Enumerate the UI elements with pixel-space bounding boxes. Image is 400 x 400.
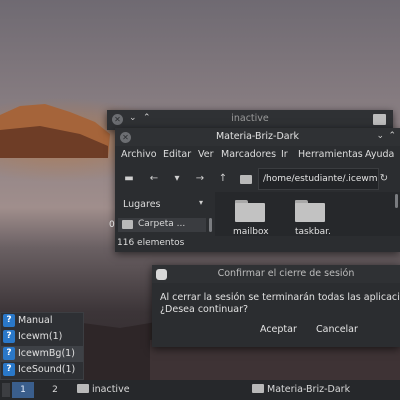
places-header[interactable]: Lugares (123, 199, 161, 210)
menu-ir[interactable]: Ir (281, 149, 288, 160)
left-edge-number: 0 (109, 220, 115, 230)
forward-arrow-icon[interactable]: → (193, 172, 207, 186)
title-bar[interactable]: ✕ Materia-Briz-Dark ⌄ ⌃ (115, 128, 400, 146)
accept-button[interactable]: Aceptar (254, 322, 303, 338)
reload-icon[interactable]: ↻ (377, 172, 391, 186)
wallpaper-cliff (0, 104, 110, 158)
window-title: inactive (231, 113, 269, 124)
folder-icon[interactable] (235, 200, 265, 222)
file-name-taskbar[interactable]: taskbar. (295, 227, 331, 236)
menu-item-label: IcewmBg(1) (18, 348, 75, 359)
folder-icon[interactable] (239, 172, 253, 186)
menu-item-label: Icewm(1) (18, 331, 63, 342)
menu-editar[interactable]: Editar (163, 149, 191, 160)
task-label: Materia-Briz-Dark (267, 384, 351, 395)
inactive-window[interactable]: ✕ ⌄ ⌃ inactive (107, 110, 393, 130)
workspace-2[interactable]: 2 (44, 382, 66, 398)
sidebar-item-carpeta[interactable]: Carpeta ... (118, 218, 206, 232)
folder-icon (122, 220, 133, 229)
content-scrollbar[interactable] (395, 194, 398, 208)
places-dropdown-icon[interactable]: ▾ (199, 198, 203, 207)
status-text: 116 elementos (117, 238, 185, 248)
file-name-mailbox[interactable]: mailbox (233, 227, 269, 236)
up-arrow-icon[interactable]: ↑ (216, 172, 230, 186)
status-bar: 116 elementos (115, 236, 400, 252)
file-view: mailbox taskbar. (215, 192, 400, 236)
task-inactive[interactable]: inactive (77, 382, 130, 398)
cancel-button[interactable]: Cancelar (310, 322, 364, 338)
folder-icon (373, 114, 386, 125)
menu-ver[interactable]: Ver (198, 149, 214, 160)
help-icon: ? (3, 347, 15, 360)
menu-item-icesound[interactable]: ? IceSound(1) (1, 362, 83, 378)
title-bar[interactable]: Confirmar el cierre de sesión (152, 265, 400, 283)
help-icon: ? (3, 363, 15, 376)
history-dropdown-icon[interactable]: ▾ (170, 172, 184, 186)
dialog-title: Confirmar el cierre de sesión (217, 268, 355, 279)
menu-item-label: IceSound(1) (18, 364, 76, 375)
start-button[interactable] (2, 383, 10, 397)
menu-marcadores[interactable]: Marcadores (221, 149, 276, 160)
task-label: inactive (92, 384, 130, 395)
menu-herramientas[interactable]: Herramientas (298, 149, 363, 160)
minimize-icon[interactable]: ⌄ (376, 131, 384, 141)
places-sidebar: Lugares ▾ Carpeta ... (115, 192, 215, 236)
window-title: Materia-Briz-Dark (215, 131, 300, 142)
folder-icon (252, 384, 264, 393)
menu-bar: Archivo Editar Ver Marcadores Ir Herrami… (115, 146, 400, 164)
sidebar-item-label: Carpeta ... (138, 219, 186, 229)
folder-icon[interactable] (295, 200, 325, 222)
dialog-message: Al cerrar la sesión se terminarán todas … (160, 292, 400, 303)
menu-ayuda[interactable]: Ayuda (365, 149, 394, 160)
menu-item-manual[interactable]: ? Manual (1, 313, 83, 329)
back-arrow-icon[interactable]: ← (147, 172, 161, 186)
menu-item-label: Manual (18, 315, 53, 326)
path-input[interactable]: /home/estudiante/.icewm (258, 168, 379, 190)
task-materia[interactable]: Materia-Briz-Dark (252, 382, 350, 398)
dialog-question: ¿Desea continuar? (160, 304, 249, 315)
logout-dialog[interactable]: Confirmar el cierre de sesión Al cerrar … (152, 265, 400, 347)
sidebar-scrollbar[interactable] (209, 218, 212, 232)
computer-icon[interactable]: ▬ (122, 172, 136, 186)
app-icon (156, 269, 167, 280)
help-icon: ? (3, 314, 15, 327)
workspace-1[interactable]: 1 (12, 382, 34, 398)
folder-icon (77, 384, 89, 393)
help-icon: ? (3, 330, 15, 343)
maximize-icon[interactable]: ⌃ (388, 131, 396, 141)
file-manager-window[interactable]: ✕ Materia-Briz-Dark ⌄ ⌃ Archivo Editar V… (115, 128, 400, 252)
menu-archivo[interactable]: Archivo (121, 149, 157, 160)
menu-item-icewmbg[interactable]: ? IcewmBg(1) (1, 346, 83, 362)
start-menu: ? Manual ? Icewm(1) ? IcewmBg(1) ? IceSo… (0, 312, 84, 380)
taskbar: 1 2 inactive Materia-Briz-Dark (0, 380, 400, 400)
menu-item-icewm[interactable]: ? Icewm(1) (1, 329, 83, 345)
